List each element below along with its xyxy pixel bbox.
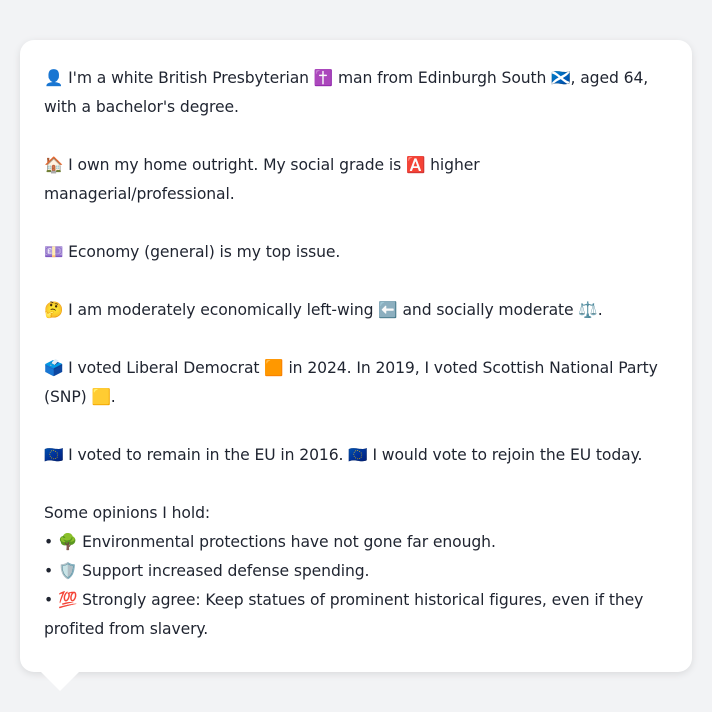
- eu-paragraph: 🇪🇺 I voted to remain in the EU in 2016. …: [44, 446, 643, 464]
- persona-message-bubble: 👤 I'm a white British Presbyterian ✝️ ma…: [20, 40, 692, 672]
- top-issue-paragraph: 💷 Economy (general) is my top issue.: [44, 243, 341, 261]
- opinion-item: • 🌳 Environmental protections have not g…: [44, 533, 496, 551]
- identity-paragraph: 👤 I'm a white British Presbyterian ✝️ ma…: [44, 69, 649, 116]
- opinion-item: • 🛡️ Support increased defense spending.: [44, 562, 370, 580]
- opinion-item: • 💯 Strongly agree: Keep statues of prom…: [44, 591, 644, 638]
- voting-paragraph: 🗳️ I voted Liberal Democrat 🟧 in 2024. I…: [44, 359, 658, 406]
- housing-paragraph: 🏠 I own my home outright. My social grad…: [44, 156, 480, 203]
- opinions-heading: Some opinions I hold:: [44, 504, 211, 522]
- ideology-paragraph: 🤔 I am moderately economically left-wing…: [44, 301, 603, 319]
- opinions-list: Some opinions I hold: • 🌳 Environmental …: [44, 499, 668, 644]
- bubble-tail: [40, 671, 80, 691]
